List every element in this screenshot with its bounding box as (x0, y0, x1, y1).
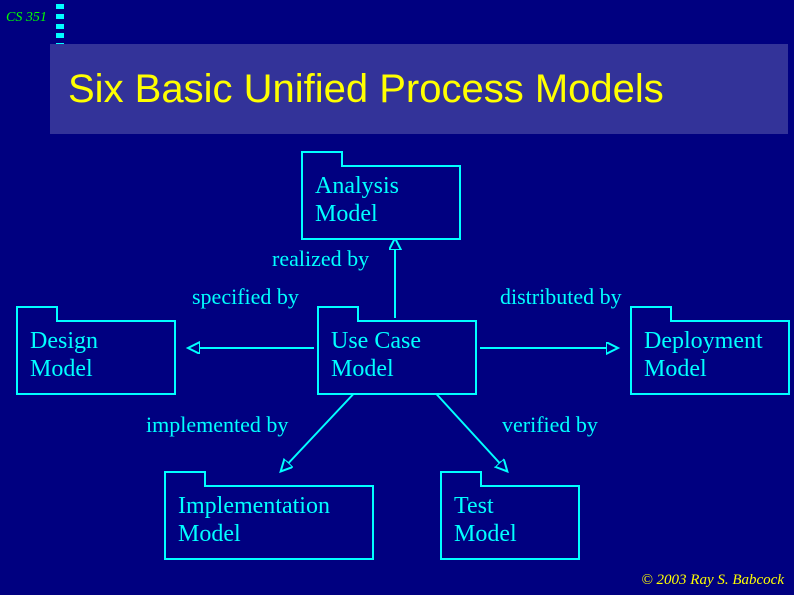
copyright-notice: © 2003 Ray S. Babcock (641, 572, 784, 589)
box-line: Model (30, 356, 93, 382)
package-tab-icon (630, 306, 672, 322)
box-line: Analysis (315, 173, 399, 199)
box-line: Model (644, 356, 707, 382)
box-line: Deployment (644, 328, 763, 354)
box-label: Use Case Model (331, 328, 463, 383)
verified-by-label: verified by (502, 412, 598, 438)
box-label: Analysis Model (315, 173, 447, 228)
package-tab-icon (440, 471, 482, 487)
slide-title: Six Basic Unified Process Models (68, 67, 664, 112)
box-label: Test Model (454, 493, 566, 548)
design-model-box: Design Model (16, 320, 176, 395)
box-label: Deployment Model (644, 328, 776, 383)
distributed-by-label: distributed by (500, 284, 622, 310)
implementation-model-box: Implementation Model (164, 485, 374, 560)
package-tab-icon (16, 306, 58, 322)
package-tab-icon (301, 151, 343, 167)
box-line: Use Case (331, 328, 421, 354)
box-label: Design Model (30, 328, 162, 383)
use-case-model-box: Use Case Model (317, 320, 477, 395)
decorative-dashes (56, 4, 64, 48)
deployment-model-box: Deployment Model (630, 320, 790, 395)
realized-by-label: realized by (272, 246, 369, 272)
implemented-by-label: implemented by (146, 412, 288, 438)
course-label: CS 351 (6, 10, 47, 26)
title-band: Six Basic Unified Process Models (50, 44, 788, 134)
box-line: Model (315, 201, 378, 227)
box-line: Test (454, 493, 494, 519)
box-line: Design (30, 328, 98, 354)
box-line: Model (331, 356, 394, 382)
package-tab-icon (164, 471, 206, 487)
specified-by-label: specified by (192, 284, 299, 310)
box-line: Model (178, 521, 241, 547)
analysis-model-box: Analysis Model (301, 165, 461, 240)
box-line: Model (454, 521, 517, 547)
package-tab-icon (317, 306, 359, 322)
box-label: Implementation Model (178, 493, 360, 548)
box-line: Implementation (178, 493, 330, 519)
test-model-box: Test Model (440, 485, 580, 560)
